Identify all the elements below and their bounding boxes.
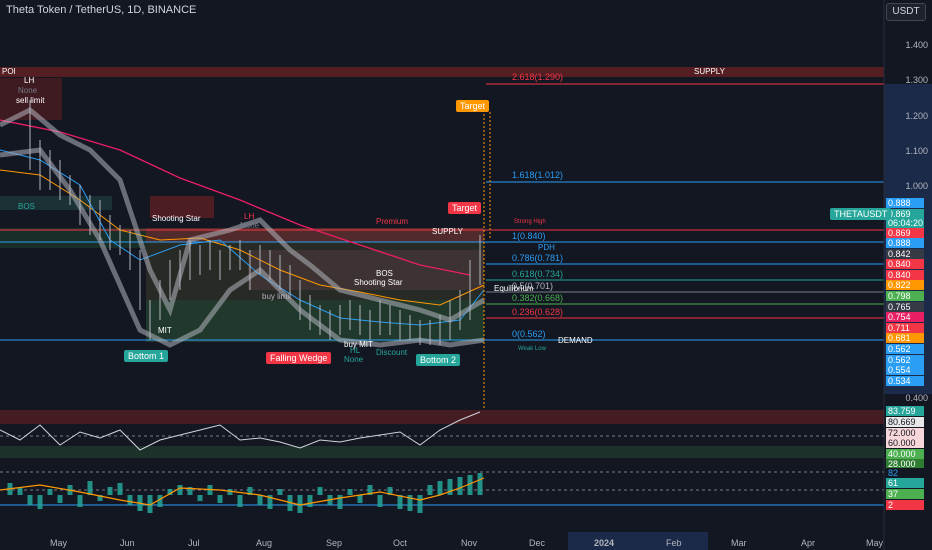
time-label: Mar (731, 538, 747, 548)
target-label-mid: Target (448, 202, 482, 214)
sell-limit-label: sell limit (16, 96, 45, 105)
time-label: Aug (256, 538, 273, 548)
time-label: Jun (120, 538, 135, 548)
time-label: Feb (666, 538, 682, 548)
bos-label: BOS (376, 269, 393, 278)
price-tag: 0.534 (886, 376, 924, 386)
fib-label: 0.786(0.781) (512, 253, 564, 263)
weak-low-label: Weak Low (518, 346, 546, 352)
price-tag: 0.842 (886, 249, 924, 259)
time-label: Jul (188, 538, 200, 548)
price-label: 1.300 (905, 75, 928, 85)
time-axis-highlight (568, 532, 708, 550)
poi-label: POI (2, 67, 16, 76)
time-label: May (866, 538, 884, 548)
time-label: 2024 (594, 538, 615, 548)
lh-label: LH (244, 212, 255, 221)
chart-canvas[interactable] (0, 0, 932, 550)
time-label: Nov (461, 538, 478, 548)
pdh-label: PDH (538, 243, 555, 252)
buy-limit-label: buy limit (262, 292, 292, 301)
symbol-title: Theta Token / TetherUS, 1D, BINANCE (6, 4, 197, 16)
fib-label: 1.618(1.012) (512, 170, 564, 180)
osc1-overbought (0, 410, 884, 424)
price-label: 1.200 (905, 111, 928, 121)
discount-label: Discount (376, 348, 408, 357)
price-tag: 0.711 (886, 323, 924, 333)
price-tag: 0.888 (886, 238, 924, 248)
strong-high-label: Strong High (514, 219, 546, 225)
fib-label: 2.618(1.290) (512, 72, 564, 82)
price-label: 1.100 (905, 146, 928, 156)
none-label: None (240, 221, 260, 230)
price-tag: 0.822 (886, 280, 924, 290)
osc1-tag: 80.669 (886, 417, 924, 427)
fib-label: 0(0.562) (512, 329, 546, 339)
poi-supply-zone (0, 67, 884, 77)
none-label: None (18, 86, 38, 95)
supply-mid-label: SUPPLY (432, 227, 463, 236)
buy-mit-label: buy MIT (344, 340, 373, 349)
osc1-oversold (0, 446, 884, 458)
osc1-tag: 60.000 (886, 438, 924, 448)
price-tag: 0.840 (886, 259, 924, 269)
time-label: Dec (529, 538, 546, 548)
bos-zone (0, 196, 112, 210)
time-label: Oct (393, 538, 408, 548)
price-label: 1.400 (905, 40, 928, 50)
osc1-tag: 72.000 (886, 428, 924, 438)
osc2-tag: 37 (886, 489, 924, 499)
osc2-tag: 82 (886, 468, 924, 478)
fib-label: 0.382(0.668) (512, 293, 564, 303)
target-label-top: Target (456, 100, 490, 112)
price-tag: 0.888 (886, 198, 924, 208)
price-tag: 0.765 (886, 302, 924, 312)
mit-label: MIT (158, 326, 172, 335)
premium-label: Premium (376, 217, 409, 226)
demand-label: DEMAND (558, 336, 593, 345)
fib-label: 0.236(0.628) (512, 307, 564, 317)
price-tag: 0.869 (886, 228, 924, 238)
falling-wedge-label: Falling Wedge (266, 352, 332, 364)
none-label: None (344, 355, 364, 364)
osc2-tag: 2 (886, 500, 924, 510)
price-label: 1.000 (905, 181, 928, 191)
price-tag: 0.840 (886, 270, 924, 280)
price-tag: 0.562 (886, 344, 924, 354)
fib-label: 0.618(0.734) (512, 269, 564, 279)
osc2-tag: 61 (886, 478, 924, 488)
time-label: Apr (801, 538, 816, 548)
bos-label: BOS (18, 202, 35, 211)
time-label: Sep (326, 538, 343, 548)
currency-button[interactable]: USDT (886, 3, 926, 21)
shooting-star-label: Shooting Star (354, 278, 403, 287)
price-tag: 0.681 (886, 333, 924, 343)
osc1-tag: 40.000 (886, 449, 924, 459)
bottom1-label: Bottom 1 (124, 350, 169, 362)
symbol-badge: THETAUSDT (830, 208, 892, 220)
lh-label: LH (24, 76, 35, 85)
price-tag: 06:04:20 (886, 218, 924, 228)
fib-label: 1(0.840) (512, 231, 546, 241)
osc1-tag: 83.759 (886, 406, 924, 416)
price-tag: 0.798 (886, 291, 924, 301)
price-tag: 0.754 (886, 312, 924, 322)
shooting-star-label: Shooting Star (152, 214, 201, 223)
price-tag: 0.562 (886, 355, 924, 365)
price-tag: 0.554 (886, 365, 924, 375)
supply-label: SUPPLY (694, 67, 725, 76)
price-label: 0.400 (905, 393, 928, 403)
time-label: May (50, 538, 68, 548)
equilibrium-label: Equilibrium (494, 284, 534, 293)
bottom2-label: Bottom 2 (416, 354, 461, 366)
